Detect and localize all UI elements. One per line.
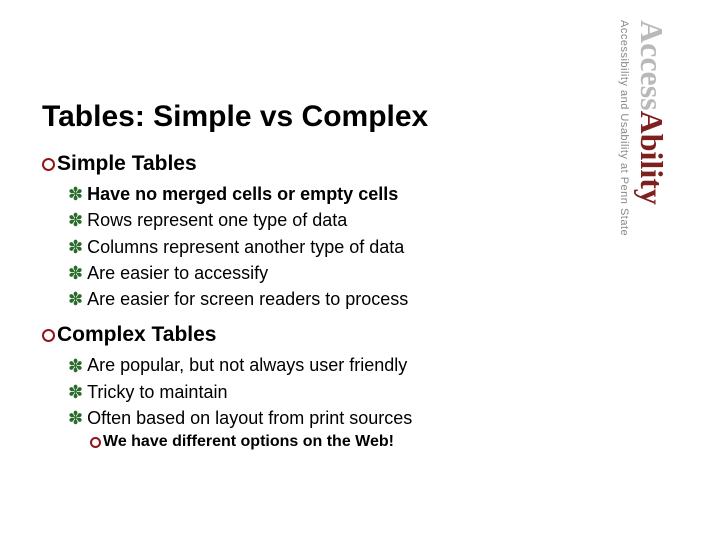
- list-item: ✽Are easier for screen readers to proces…: [68, 287, 602, 311]
- brand-part2: Ability: [634, 111, 670, 205]
- section-2-bullets: ✽Are popular, but not always user friend…: [68, 353, 602, 451]
- bullet-text: Are easier for screen readers to process: [87, 287, 408, 311]
- sub-item: We have different options on the Web!: [90, 433, 602, 451]
- star-icon: ✽: [68, 264, 83, 282]
- bullet-text: Are easier to accessify: [87, 261, 268, 285]
- list-item: ✽Columns represent another type of data: [68, 235, 602, 259]
- list-item: ✽Have no merged cells or empty cells: [68, 182, 602, 206]
- bullet-text: Are popular, but not always user friendl…: [87, 353, 407, 377]
- ring-icon: [90, 437, 101, 448]
- ring-icon: [42, 158, 55, 171]
- list-item: ✽Rows represent one type of data: [68, 208, 602, 232]
- section-2-head: Complex Tables: [42, 323, 602, 347]
- sub-text: We have different options on the Web!: [103, 433, 394, 451]
- section-2-label: Complex Tables: [57, 323, 217, 347]
- list-item: ✽Often based on layout from print source…: [68, 406, 602, 430]
- bullet-text: Tricky to maintain: [87, 380, 227, 404]
- list-item: ✽Are easier to accessify: [68, 261, 602, 285]
- slide-content: Tables: Simple vs Complex Simple Tables …: [42, 100, 602, 463]
- tagline: Accessibility and Usability at Penn Stat…: [618, 20, 630, 520]
- brand-part1: Access: [634, 20, 670, 111]
- section-1-head: Simple Tables: [42, 152, 602, 176]
- star-icon: ✽: [68, 409, 83, 427]
- star-icon: ✽: [68, 357, 83, 375]
- section-1-label: Simple Tables: [57, 152, 197, 176]
- bullet-text: Rows represent one type of data: [87, 208, 347, 232]
- star-icon: ✽: [68, 383, 83, 401]
- bullet-text: Often based on layout from print sources: [87, 406, 412, 430]
- sidebar-brand: Accessibility and Usability at Penn Stat…: [618, 20, 698, 520]
- bullet-text: Have no merged cells or empty cells: [87, 182, 398, 206]
- ring-icon: [42, 329, 55, 342]
- star-icon: ✽: [68, 290, 83, 308]
- slide-title: Tables: Simple vs Complex: [42, 100, 602, 134]
- section-1-bullets: ✽Have no merged cells or empty cells ✽Ro…: [68, 182, 602, 311]
- brand-logo: AccessAbility: [636, 20, 668, 520]
- list-item: ✽Are popular, but not always user friend…: [68, 353, 602, 377]
- bullet-text: Columns represent another type of data: [87, 235, 404, 259]
- star-icon: ✽: [68, 185, 83, 203]
- star-icon: ✽: [68, 238, 83, 256]
- star-icon: ✽: [68, 211, 83, 229]
- list-item: ✽Tricky to maintain: [68, 380, 602, 404]
